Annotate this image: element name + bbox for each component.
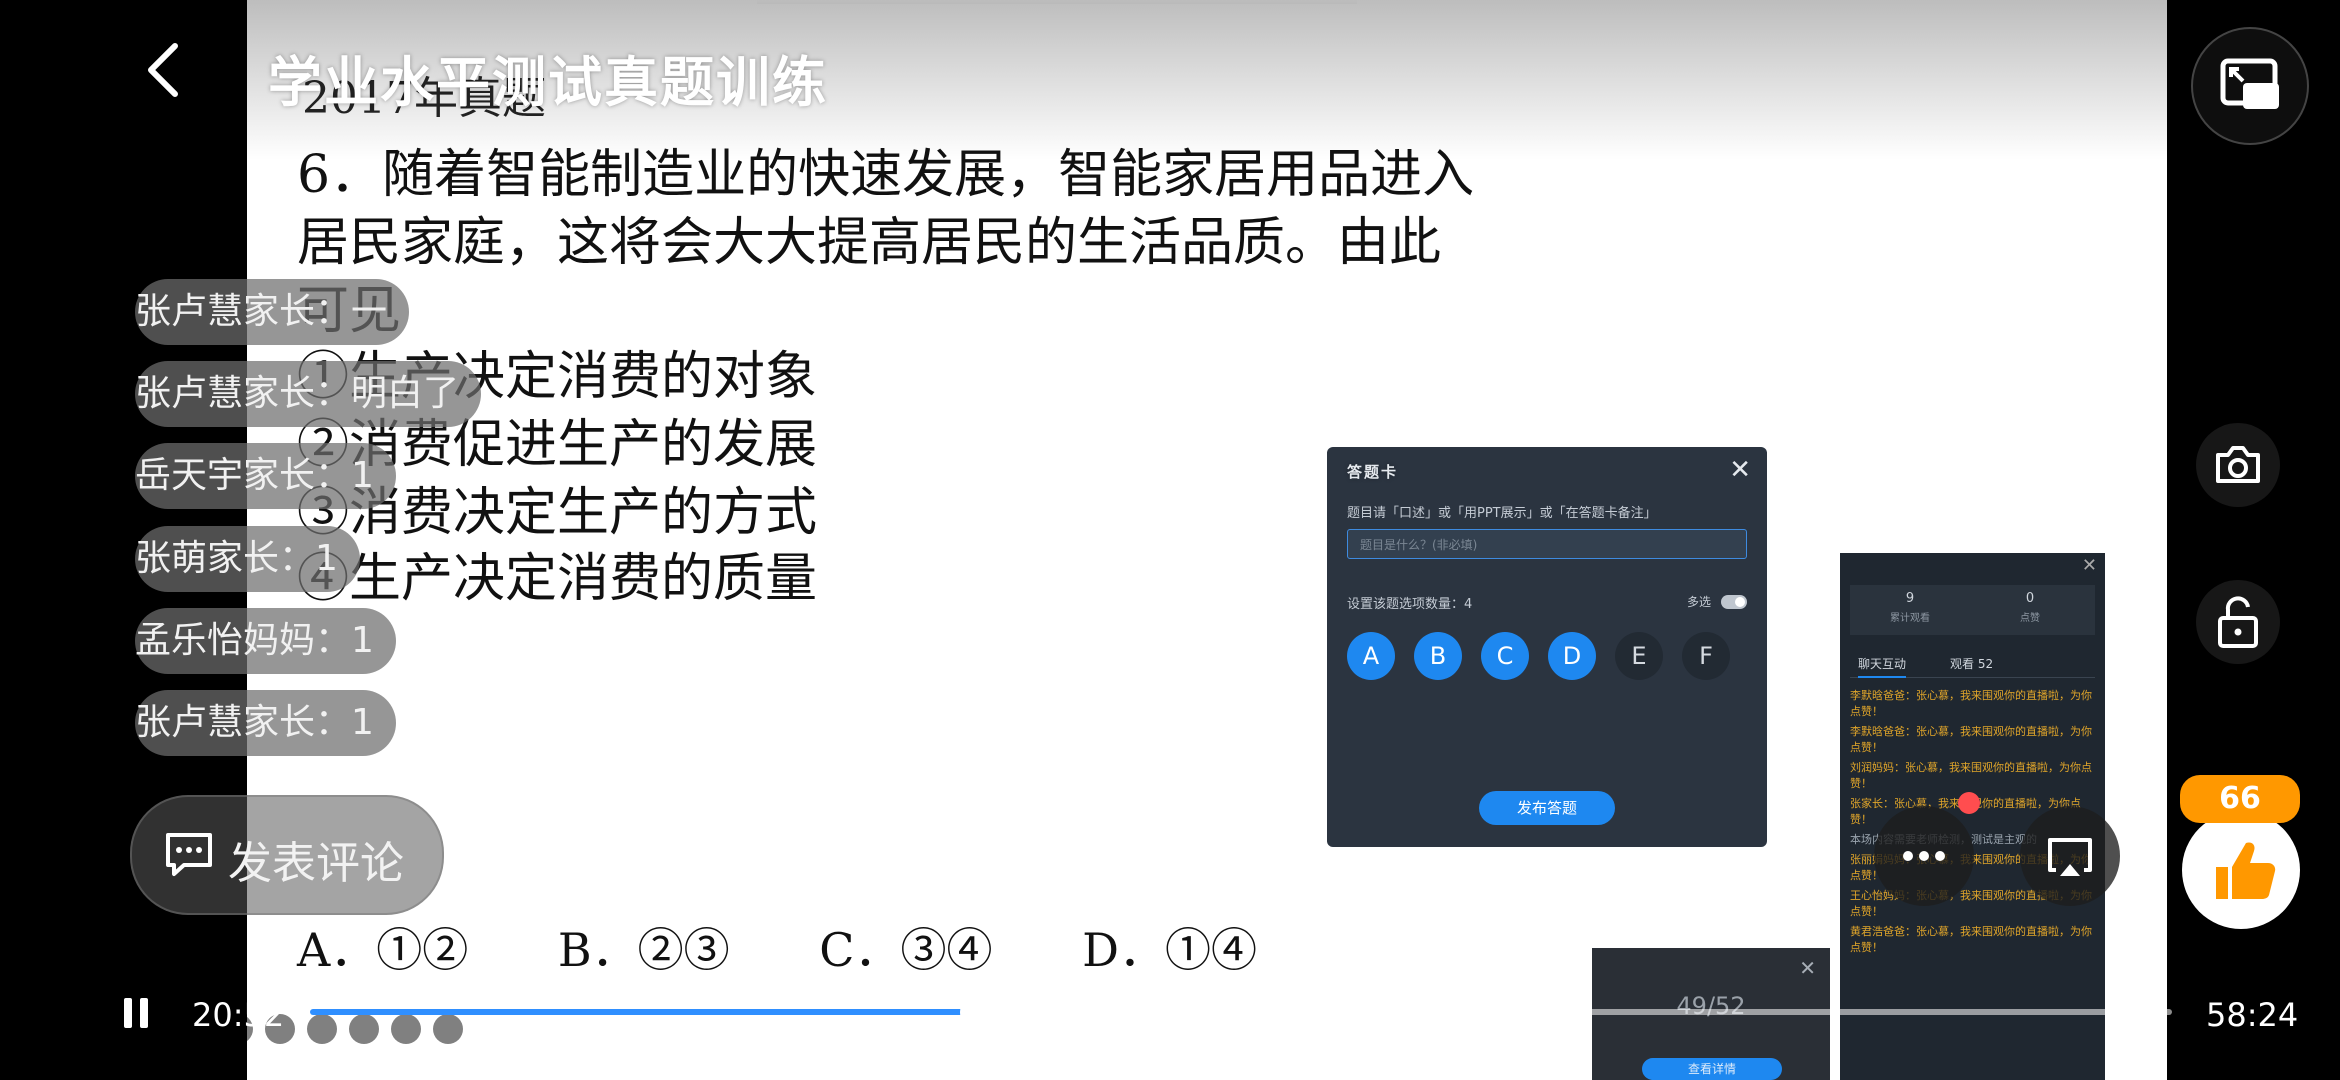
option-f[interactable]: F [1682,632,1730,680]
page-title: 学业水平测试真题训练 [268,51,828,114]
option-e[interactable]: E [1615,632,1663,680]
danmu-comment: 张卢慧家长：一 [135,279,410,345]
option-a[interactable]: A [1347,632,1395,680]
toolbar-more-icon [433,1014,463,1044]
question-item-4: ④生产决定消费的质量 [297,549,818,609]
pause-icon[interactable] [120,994,156,1034]
picture-in-picture-icon[interactable] [2191,27,2309,145]
toolbar-camera-icon [349,1014,379,1044]
screenshot-camera-icon[interactable] [2196,423,2280,507]
multi-select-label: 多选 [1687,595,1712,609]
danmu-comment: 岳天宇家长：1 [135,443,396,509]
like-count-badge: 66 [2180,775,2300,823]
answer-card-close-icon[interactable]: ✕ [1729,455,1751,485]
more-icon[interactable] [1874,806,1974,906]
danmu-comment: 张卢慧家长：1 [135,690,396,756]
back-icon[interactable] [135,40,195,100]
chat-stats: 9 累计观看 0 点赞 [1850,585,2095,635]
tab-chat[interactable]: 聊天互动 [1858,655,1907,678]
toolbar-chat-icon [391,1014,421,1044]
question-input[interactable]: 题目是什么？(非必填) [1347,529,1747,559]
stat-views: 9 累计观看 [1890,591,1930,624]
question-line-1: 6．随着智能制造业的快速发展，智能家居用品进入 [297,145,1475,205]
publish-button[interactable]: 发布答题 [1479,791,1615,825]
danmu-comment: 孟乐怡妈妈：1 [135,608,396,674]
unlock-icon[interactable] [2196,580,2280,664]
toolbar-scan-icon [307,1014,337,1044]
chat-message: 李默晗爸爸：张心慕，我来围观你的直播啦，为你点赞！ [1850,725,2092,754]
option-b[interactable]: B [1414,632,1462,680]
current-time: 20:52 [192,996,285,1034]
post-comment-button[interactable]: 发表评论 [130,795,444,915]
option-count-label: 设置该题选项数量：4 [1347,597,1473,612]
chat-message: 刘润妈妈：张心慕，我来围观你的直播啦，为你点赞！ [1850,761,2092,790]
chat-panel-close-icon[interactable]: ✕ [2082,555,2097,576]
multi-select-toggle[interactable] [1721,595,1747,609]
notification-dot [1958,792,1980,814]
question-line-2: 居民家庭，这将会大大提高居民的生活品质。由此 [297,213,1442,273]
tab-viewers[interactable]: 观看 52 [1950,655,1993,672]
like-circle [2182,811,2300,929]
answer-card-hint: 题目请「口述」或「用PPT展示」或「在答题卡备注」 [1347,506,1657,521]
cast-icon[interactable] [2020,806,2120,906]
like-button[interactable]: 66 [2180,775,2300,929]
stat-likes: 0 点赞 [2020,591,2040,624]
progress-thumb[interactable] [960,992,1000,1032]
answer-progress-count: 49/52 [1676,992,1746,1020]
danmu-comment: 张萌家长：1 [135,526,360,592]
progress-played [310,1009,980,1015]
answer-a: A．①② [297,923,469,977]
answer-card-panel: 答题卡 ✕ 题目请「口述」或「用PPT展示」或「在答题卡备注」 题目是什么？(非… [1327,447,1767,847]
view-details-button[interactable]: 查看详情 [1642,1058,1782,1080]
answer-card-title: 答题卡 [1347,463,1399,481]
comment-icon [162,829,216,883]
chat-message: 李默晗爸爸：张心慕，我来围观你的直播啦，为你点赞！ [1850,689,2092,718]
answer-choices: A．①② B．②③ C．③④ D．①④ [297,914,1332,980]
option-c[interactable]: C [1481,632,1529,680]
chat-message: 黄君浩爸爸：张心慕，我来围观你的直播啦，为你点赞！ [1850,925,2092,954]
progress-panel-close-icon[interactable]: ✕ [1799,956,1816,980]
answer-d: D．①④ [1082,923,1258,977]
answer-b: B．②③ [557,923,730,977]
option-d[interactable]: D [1548,632,1596,680]
total-time: 58:24 [2206,996,2299,1034]
chat-tabs: 聊天互动 观看 52 [1850,653,2095,678]
post-comment-label: 发表评论 [228,838,404,889]
answer-c: C．③④ [819,923,993,977]
danmu-comment: 张卢慧家长：明白了 [135,361,482,427]
